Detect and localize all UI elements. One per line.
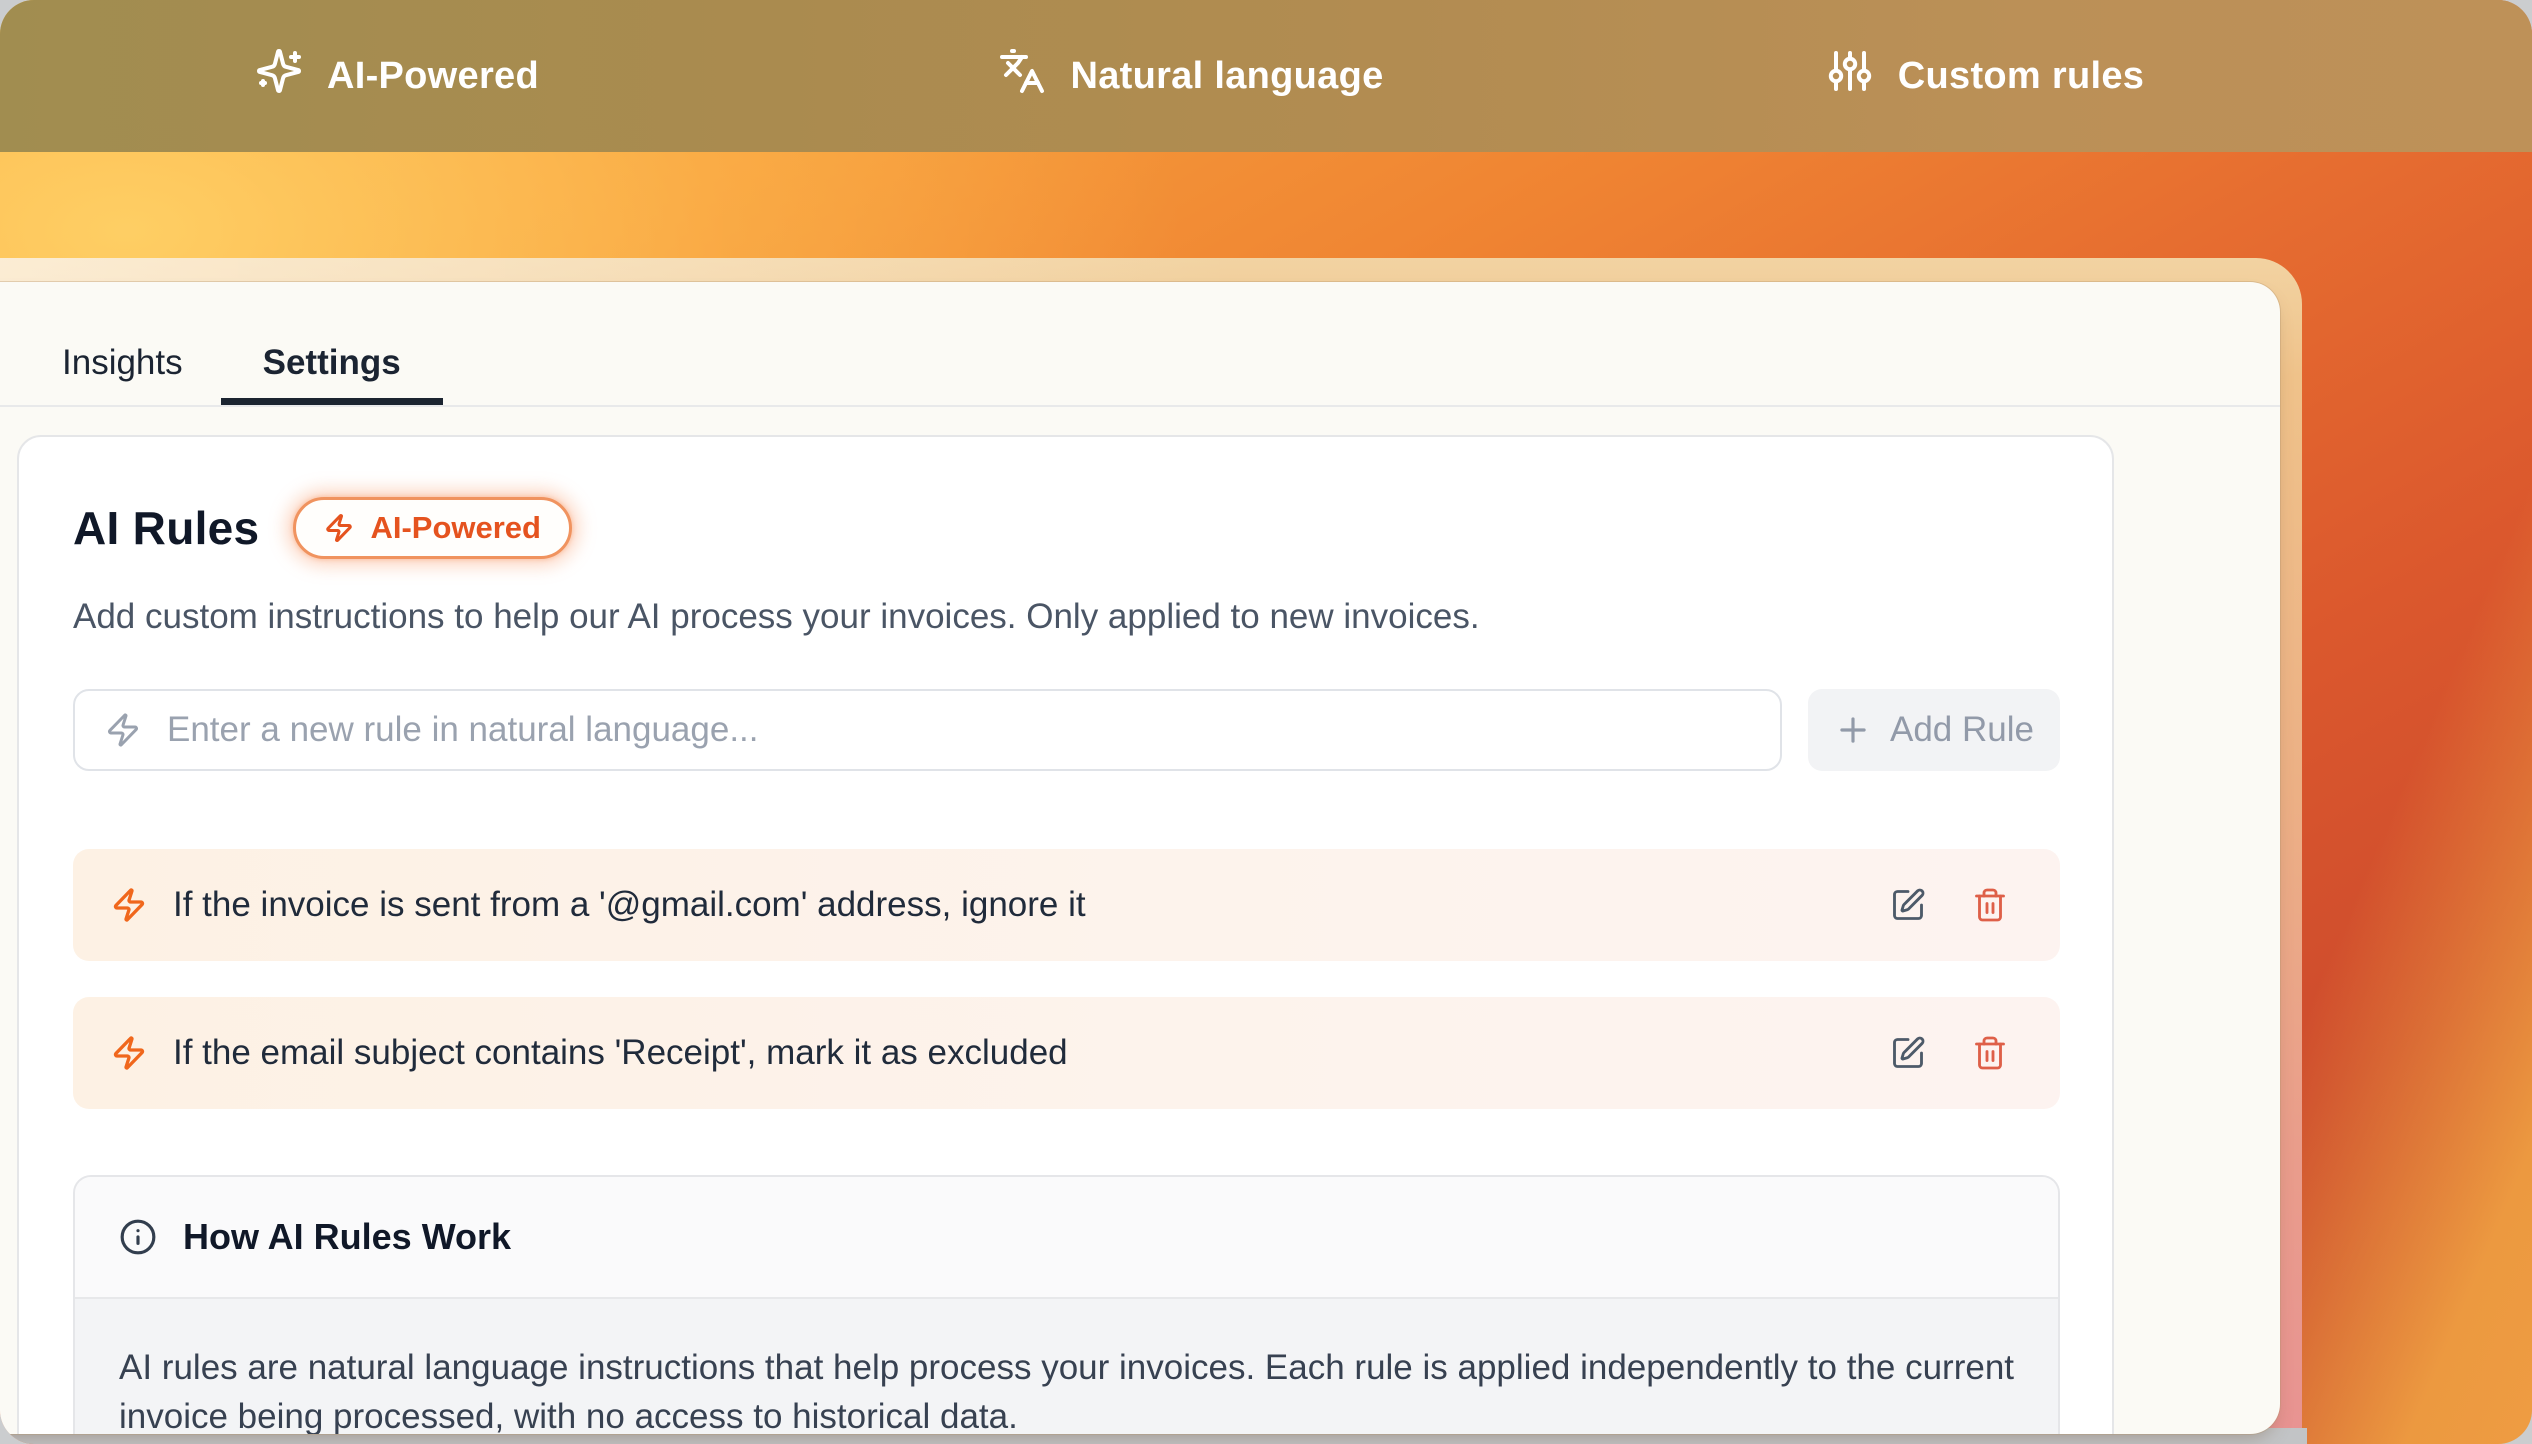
zap-icon bbox=[111, 1035, 147, 1071]
edit-rule-button[interactable] bbox=[1890, 887, 1926, 923]
rule-actions bbox=[1890, 887, 2008, 923]
rule-row: If the invoice is sent from a '@gmail.co… bbox=[73, 849, 2060, 961]
feature-natural-language: Natural language bbox=[794, 47, 1588, 105]
feature-bar: AI-Powered Natural language Custom rules bbox=[0, 0, 2532, 152]
ai-powered-badge: AI-Powered bbox=[293, 497, 572, 559]
languages-icon bbox=[998, 47, 1046, 105]
zap-icon bbox=[324, 513, 354, 543]
rule-text: If the invoice is sent from a '@gmail.co… bbox=[173, 885, 1864, 925]
info-title: How AI Rules Work bbox=[183, 1216, 511, 1258]
edit-rule-button[interactable] bbox=[1890, 1035, 1926, 1071]
how-ai-rules-work-section: How AI Rules Work AI rules are natural l… bbox=[73, 1175, 2060, 1434]
feature-custom-rules: Custom rules bbox=[1588, 47, 2382, 105]
add-rule-label: Add Rule bbox=[1890, 710, 2034, 750]
feature-label: Custom rules bbox=[1898, 55, 2144, 98]
page-title: AI Rules bbox=[73, 501, 259, 555]
plus-icon bbox=[1834, 711, 1872, 749]
tab-bar: Insights Settings bbox=[0, 282, 2280, 407]
rule-actions bbox=[1890, 1035, 2008, 1071]
rule-row: If the email subject contains 'Receipt',… bbox=[73, 997, 2060, 1109]
screenshot-root: AI-Powered Natural language Custom rules… bbox=[0, 0, 2532, 1444]
info-body: AI rules are natural language instructio… bbox=[75, 1299, 2058, 1434]
tab-settings[interactable]: Settings bbox=[221, 321, 443, 405]
delete-rule-button[interactable] bbox=[1972, 887, 2008, 923]
info-header: How AI Rules Work bbox=[75, 1177, 2058, 1299]
card-title-row: AI Rules AI-Powered bbox=[73, 497, 2060, 559]
edit-icon bbox=[1890, 887, 1926, 923]
zap-icon bbox=[111, 887, 147, 923]
rule-input-container bbox=[73, 689, 1782, 771]
trash-icon bbox=[1972, 1035, 2008, 1071]
ai-rules-card: AI Rules AI-Powered Add custom instructi… bbox=[17, 435, 2114, 1434]
rule-input-row: Add Rule bbox=[73, 689, 2060, 771]
tab-insights[interactable]: Insights bbox=[62, 321, 183, 405]
card-description: Add custom instructions to help our AI p… bbox=[73, 597, 2060, 637]
trash-icon bbox=[1972, 887, 2008, 923]
rule-input[interactable] bbox=[165, 709, 1750, 751]
sliders-icon bbox=[1826, 47, 1874, 105]
zap-icon bbox=[105, 712, 141, 748]
feature-label: Natural language bbox=[1070, 55, 1383, 98]
sparkles-icon bbox=[255, 47, 303, 105]
rules-list: If the invoice is sent from a '@gmail.co… bbox=[73, 849, 2060, 1109]
edit-icon bbox=[1890, 1035, 1926, 1071]
badge-label: AI-Powered bbox=[370, 510, 541, 546]
add-rule-button[interactable]: Add Rule bbox=[1808, 689, 2060, 771]
app-window: Insights Settings AI Rules AI-Powered Ad… bbox=[0, 282, 2280, 1434]
rule-text: If the email subject contains 'Receipt',… bbox=[173, 1033, 1864, 1073]
feature-label: AI-Powered bbox=[327, 55, 539, 98]
delete-rule-button[interactable] bbox=[1972, 1035, 2008, 1071]
feature-ai-powered: AI-Powered bbox=[0, 47, 794, 105]
info-icon bbox=[119, 1218, 157, 1256]
